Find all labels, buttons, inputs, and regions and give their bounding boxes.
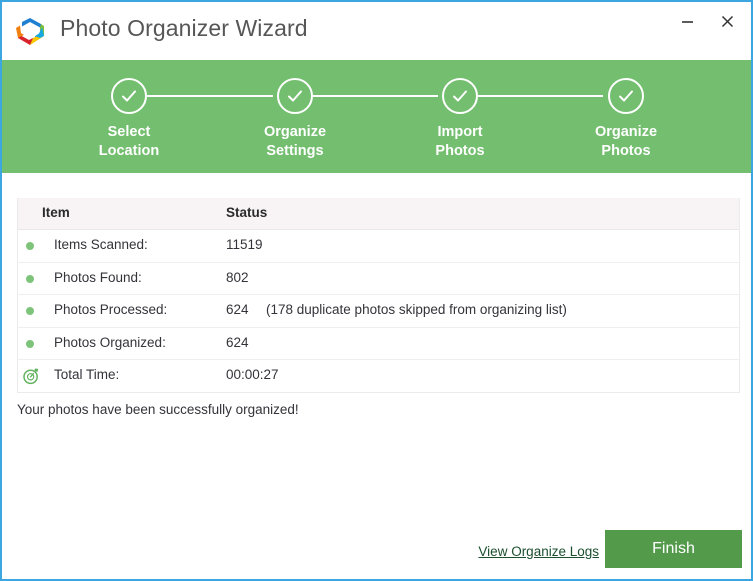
step-organize-photos[interactable]: Organize Photos: [551, 78, 701, 161]
minimize-button[interactable]: [669, 6, 705, 36]
step-label-line1: Select: [54, 123, 204, 142]
step-label-line1: Organize: [220, 123, 370, 142]
window-title: Photo Organizer Wizard: [60, 15, 308, 42]
column-header-item: Item: [42, 205, 70, 220]
row-label: Photos Processed:: [54, 302, 167, 317]
title-bar: Photo Organizer Wizard: [2, 2, 751, 60]
row-value: 11519: [226, 237, 263, 252]
step-import-photos[interactable]: Import Photos: [385, 78, 535, 161]
wizard-window: Photo Organizer Wizard: [0, 0, 753, 581]
row-label: Photos Found:: [54, 270, 142, 285]
app-logo-icon: [12, 14, 48, 50]
check-icon: [111, 78, 147, 114]
row-value: 624: [226, 302, 249, 317]
step-label-line2: Photos: [385, 142, 535, 161]
row-value: 624: [226, 335, 249, 350]
row-value: 802: [226, 270, 249, 285]
step-label-line2: Photos: [551, 142, 701, 161]
check-icon: [442, 78, 478, 114]
check-icon: [277, 78, 313, 114]
step-label: Import Photos: [385, 123, 535, 161]
column-header-status: Status: [226, 205, 267, 220]
stopwatch-icon: [22, 367, 40, 385]
check-icon: [608, 78, 644, 114]
finish-button[interactable]: Finish: [605, 530, 742, 568]
green-dot-icon: [26, 275, 34, 283]
green-dot-icon: [26, 340, 34, 348]
step-label-line1: Organize: [551, 123, 701, 142]
status-message: Your photos have been successfully organ…: [17, 402, 299, 417]
row-note: (178 duplicate photos skipped from organ…: [266, 302, 567, 317]
table-row: Total Time: 00:00:27: [18, 360, 739, 392]
step-label: Organize Photos: [551, 123, 701, 161]
step-organize-settings[interactable]: Organize Settings: [220, 78, 370, 161]
table-row: Photos Found: 802: [18, 263, 739, 296]
stepper-steps: Select Location Organize Settings: [2, 60, 751, 173]
table-row: Photos Processed: 624 (178 duplicate pho…: [18, 295, 739, 328]
row-label: Photos Organized:: [54, 335, 166, 350]
footer-bar: View Organize Logs Finish: [2, 523, 751, 579]
table-header-row: Item Status: [18, 198, 739, 230]
view-organize-logs-link[interactable]: View Organize Logs: [478, 544, 599, 559]
step-select-location[interactable]: Select Location: [54, 78, 204, 161]
results-table: Item Status Items Scanned: 11519 Photos …: [17, 198, 740, 393]
row-value: 00:00:27: [226, 367, 279, 382]
step-label-line2: Settings: [220, 142, 370, 161]
row-label: Items Scanned:: [54, 237, 148, 252]
row-label: Total Time:: [54, 367, 119, 382]
step-label-line2: Location: [54, 142, 204, 161]
step-label: Organize Settings: [220, 123, 370, 161]
green-dot-icon: [26, 307, 34, 315]
table-row: Photos Organized: 624: [18, 328, 739, 361]
step-label: Select Location: [54, 123, 204, 161]
close-button[interactable]: [709, 6, 745, 36]
wizard-stepper: Select Location Organize Settings: [2, 60, 751, 173]
table-row: Items Scanned: 11519: [18, 230, 739, 263]
step-label-line1: Import: [385, 123, 535, 142]
green-dot-icon: [26, 242, 34, 250]
